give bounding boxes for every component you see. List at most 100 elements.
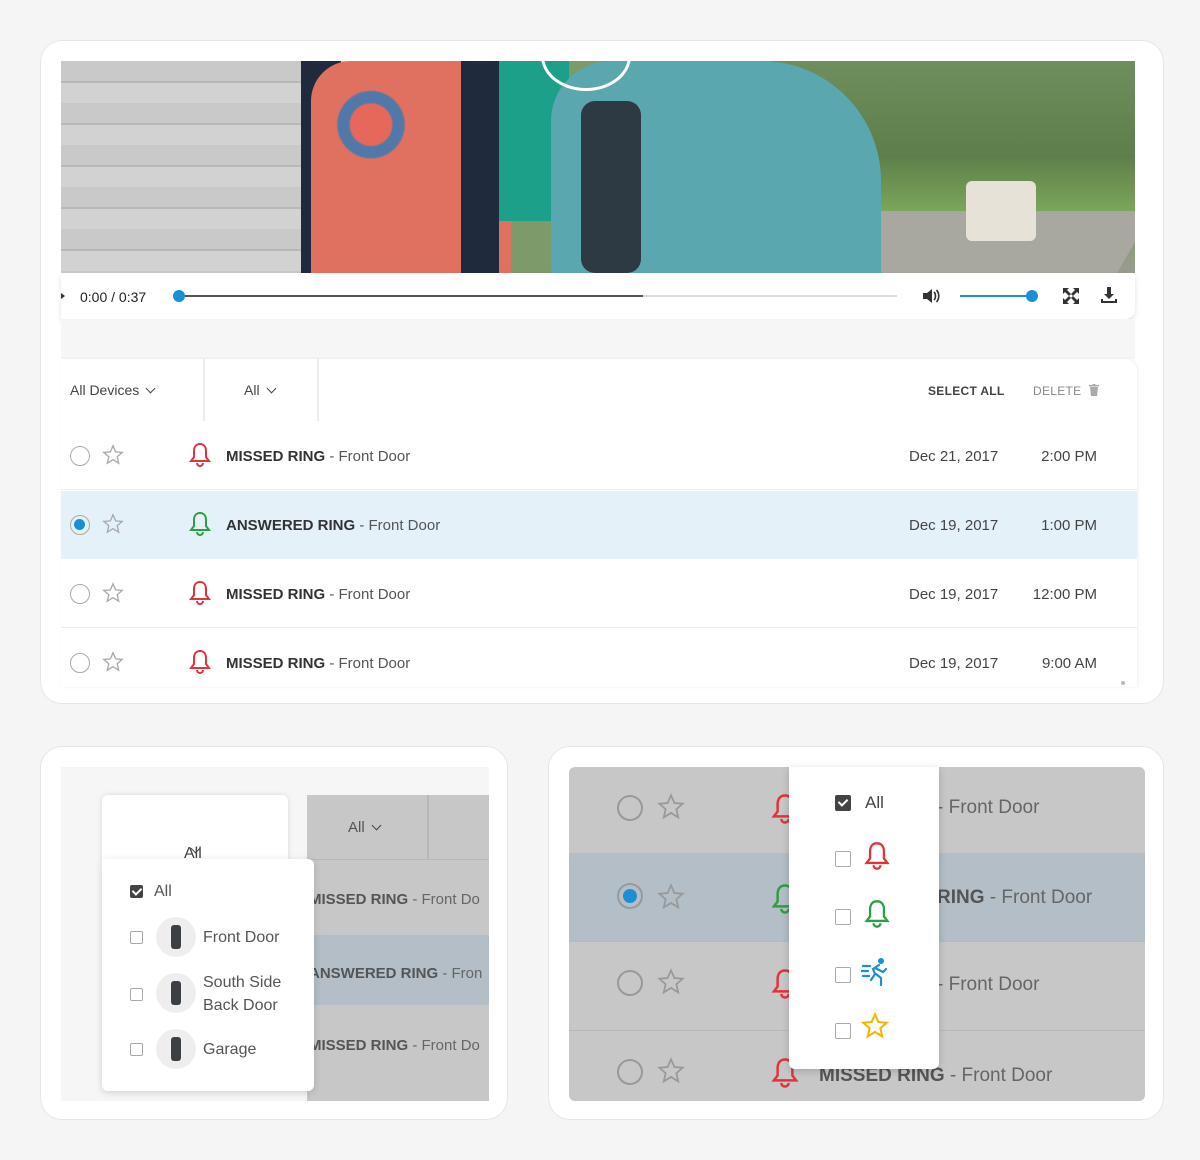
- answered-ring-icon: [864, 900, 890, 928]
- event-title: MISSED RING - Front Door: [226, 448, 410, 465]
- download-icon[interactable]: [1099, 285, 1119, 305]
- delete-button[interactable]: DELETE: [1033, 384, 1100, 398]
- missed-ring-icon: [864, 842, 890, 870]
- event-time: 12:00 PM: [1032, 586, 1097, 603]
- device-label: Garage: [203, 1041, 257, 1058]
- device-all-checkbox[interactable]: [130, 885, 143, 898]
- row-radio[interactable]: [70, 584, 90, 604]
- dimmed-row-text: - Front Door: [937, 797, 1040, 818]
- type-filter-label: All: [348, 819, 365, 836]
- volume-handle[interactable]: [1026, 290, 1038, 302]
- type-favorite-checkbox[interactable]: [835, 1023, 851, 1039]
- chevron-down-icon: [266, 383, 277, 394]
- event-type: MISSED RING: [309, 1037, 409, 1054]
- event-type: ANSWERED RING: [309, 965, 439, 982]
- row-radio[interactable]: [617, 1059, 643, 1085]
- star-icon[interactable]: [657, 968, 685, 996]
- star-icon[interactable]: [657, 883, 685, 911]
- missed-ring-icon: [189, 580, 211, 605]
- dimmed-row-text: MISSED RING - Front Do: [309, 891, 480, 908]
- event-title: ANSWERED RING - Front Door: [226, 517, 440, 534]
- event-type: MISSED RING: [226, 448, 326, 465]
- scrollbar[interactable]: [1121, 681, 1125, 685]
- event-row[interactable]: ANSWERED RING - Front Door Dec 19, 2017 1:…: [61, 491, 1137, 559]
- video-lantern: [966, 181, 1036, 241]
- doorbell-device-icon: [156, 973, 196, 1013]
- star-icon[interactable]: [102, 513, 124, 535]
- device-checkbox[interactable]: [130, 931, 143, 944]
- buffered-bar: [179, 295, 643, 297]
- device-filter[interactable]: All Devices: [70, 382, 156, 398]
- event-row[interactable]: MISSED RING - Front Door Dec 19, 2017 12:0…: [61, 560, 1137, 628]
- event-device: - Front Door: [944, 1065, 1053, 1086]
- star-icon[interactable]: [657, 793, 685, 821]
- missed-ring-icon: [189, 649, 211, 674]
- seek-handle[interactable]: [173, 290, 185, 302]
- event-time: 2:00 PM: [1041, 448, 1097, 465]
- filter-bar: All Devices All SELECT ALL DELETE: [61, 359, 1137, 421]
- event-date: Dec 19, 2017: [909, 655, 999, 672]
- device-filter-example: All MISSED RING - Front Do ANSWERED RING…: [40, 746, 508, 1120]
- event-time: 1:00 PM: [1041, 517, 1097, 534]
- filter-divider: [307, 859, 489, 860]
- play-icon[interactable]: [61, 293, 65, 299]
- row-radio[interactable]: [70, 515, 90, 535]
- star-icon[interactable]: [102, 651, 124, 673]
- filter-divider: [203, 359, 205, 421]
- row-radio[interactable]: [617, 970, 643, 996]
- row-radio[interactable]: [617, 883, 643, 909]
- type-filter[interactable]: All: [348, 819, 382, 836]
- type-answered-checkbox[interactable]: [835, 909, 851, 925]
- video-backpack-strap: [461, 61, 499, 273]
- type-all-checkbox[interactable]: [835, 795, 851, 811]
- seek-bar[interactable]: [173, 290, 897, 302]
- select-all-button[interactable]: SELECT ALL: [928, 384, 1005, 398]
- event-device: - Front Do: [408, 1037, 480, 1054]
- device-checkbox[interactable]: [130, 988, 143, 1001]
- type-filter[interactable]: All: [244, 382, 277, 398]
- event-row[interactable]: MISSED RING - Front Door Dec 21, 2017 2:00…: [61, 422, 1137, 490]
- trash-icon: [1089, 384, 1100, 396]
- device-dropdown-menu: All Front Door South Side Back Door Gara…: [102, 859, 314, 1091]
- event-type: MISSED RING: [226, 655, 326, 672]
- row-radio[interactable]: [70, 446, 90, 466]
- dimmed-row-text: MISSED RING - Front Do: [309, 1037, 480, 1054]
- video-frame[interactable]: [61, 61, 1135, 273]
- event-device: - Front Door: [325, 448, 411, 465]
- event-device: - Front Door: [325, 586, 411, 603]
- volume-slider[interactable]: [960, 290, 1038, 302]
- device-label: South Side Back Door: [203, 974, 282, 1014]
- device-dropdown-toggle[interactable]: All Devices: [102, 795, 288, 880]
- event-date: Dec 19, 2017: [909, 586, 999, 603]
- event-title: MISSED RING - Front Door: [226, 586, 410, 603]
- device-checkbox[interactable]: [130, 1043, 143, 1056]
- star-icon[interactable]: [102, 582, 124, 604]
- type-all-label: All: [865, 793, 884, 812]
- event-type: ANSWERED RING: [226, 517, 356, 534]
- star-icon[interactable]: [657, 1057, 685, 1085]
- recordings-card: 0:00 / 0:37 All Devices All SELECT ALL D…: [40, 40, 1164, 704]
- motion-icon: [861, 958, 888, 987]
- event-type: MISSED RING: [226, 586, 326, 603]
- event-time: 9:00 AM: [1041, 655, 1097, 672]
- playback-time: 0:00 / 0:37: [80, 289, 147, 305]
- row-radio[interactable]: [70, 653, 90, 673]
- event-date: Dec 21, 2017: [909, 448, 999, 465]
- device-filter-label: All Devices: [70, 382, 140, 398]
- delete-label: DELETE: [1033, 384, 1082, 398]
- favorite-star-icon: [861, 1011, 889, 1039]
- event-row[interactable]: MISSED RING - Front Door Dec 19, 2017 9:00…: [61, 629, 1137, 697]
- dimmed-row-text: - Front Door: [937, 974, 1040, 995]
- dimmed-row-text: RING - Front Door: [937, 887, 1092, 909]
- star-icon[interactable]: [102, 444, 124, 466]
- type-filter-example: - Front Door RING - Front Door - Front D…: [548, 746, 1164, 1120]
- filter-divider: [317, 359, 319, 421]
- row-radio[interactable]: [617, 795, 643, 821]
- volume-icon[interactable]: [921, 287, 941, 305]
- type-missed-checkbox[interactable]: [835, 851, 851, 867]
- fullscreen-icon[interactable]: [1061, 286, 1081, 306]
- answered-ring-icon: [189, 511, 211, 536]
- event-device: - Front Do: [408, 891, 480, 908]
- type-motion-checkbox[interactable]: [835, 967, 851, 983]
- divider-strip: [61, 319, 1135, 359]
